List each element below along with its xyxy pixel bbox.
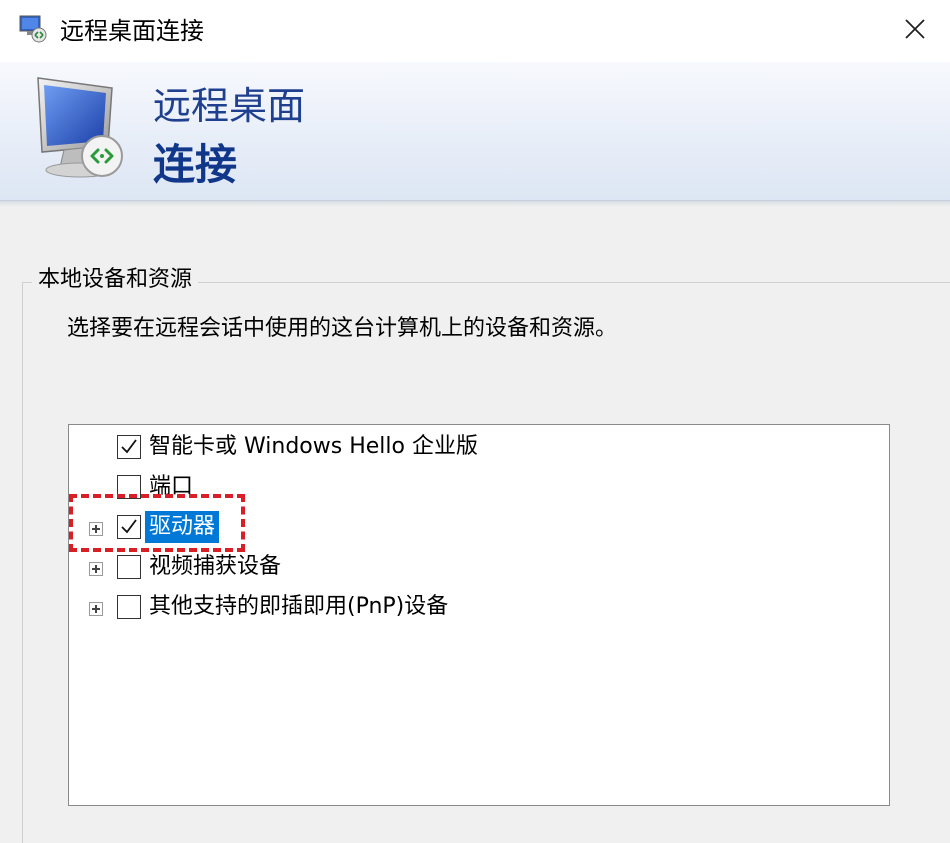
expand-plus-icon[interactable] — [89, 562, 103, 576]
resources-tree[interactable]: 智能卡或 Windows Hello 企业版 端口 驱动器 视频捕获设备 其他支… — [68, 424, 890, 806]
tree-item-smartcard[interactable]: 智能卡或 Windows Hello 企业版 — [69, 431, 889, 465]
pnp-devices-checkbox[interactable] — [117, 595, 141, 619]
tree-item-video-capture[interactable]: 视频捕获设备 — [69, 551, 889, 585]
close-button[interactable] — [880, 0, 950, 62]
banner-title-line2: 连接 — [153, 140, 238, 189]
tree-item-label: 智能卡或 Windows Hello 企业版 — [149, 434, 478, 459]
tree-item-pnp-devices[interactable]: 其他支持的即插即用(PnP)设备 — [69, 591, 889, 625]
tree-item-label: 其他支持的即插即用(PnP)设备 — [149, 594, 449, 619]
banner-separator — [0, 201, 950, 207]
group-description: 选择要在远程会话中使用的这台计算机上的设备和资源。 — [67, 316, 618, 341]
expand-plus-icon[interactable] — [89, 602, 103, 616]
video-capture-checkbox[interactable] — [117, 555, 141, 579]
tree-item-label: 视频捕获设备 — [149, 554, 282, 579]
group-legend: 本地设备和资源 — [32, 264, 199, 296]
smartcard-checkbox[interactable] — [117, 435, 141, 459]
window-title: 远程桌面连接 — [60, 17, 204, 45]
annotation-highlight-box — [69, 494, 245, 552]
title-bar: 远程桌面连接 — [0, 0, 950, 62]
remote-desktop-icon — [18, 14, 48, 44]
header-banner: 远程桌面 连接 — [0, 62, 950, 201]
monitor-connection-icon — [30, 72, 140, 190]
banner-title-line1: 远程桌面 — [153, 84, 306, 128]
close-icon — [904, 18, 926, 44]
